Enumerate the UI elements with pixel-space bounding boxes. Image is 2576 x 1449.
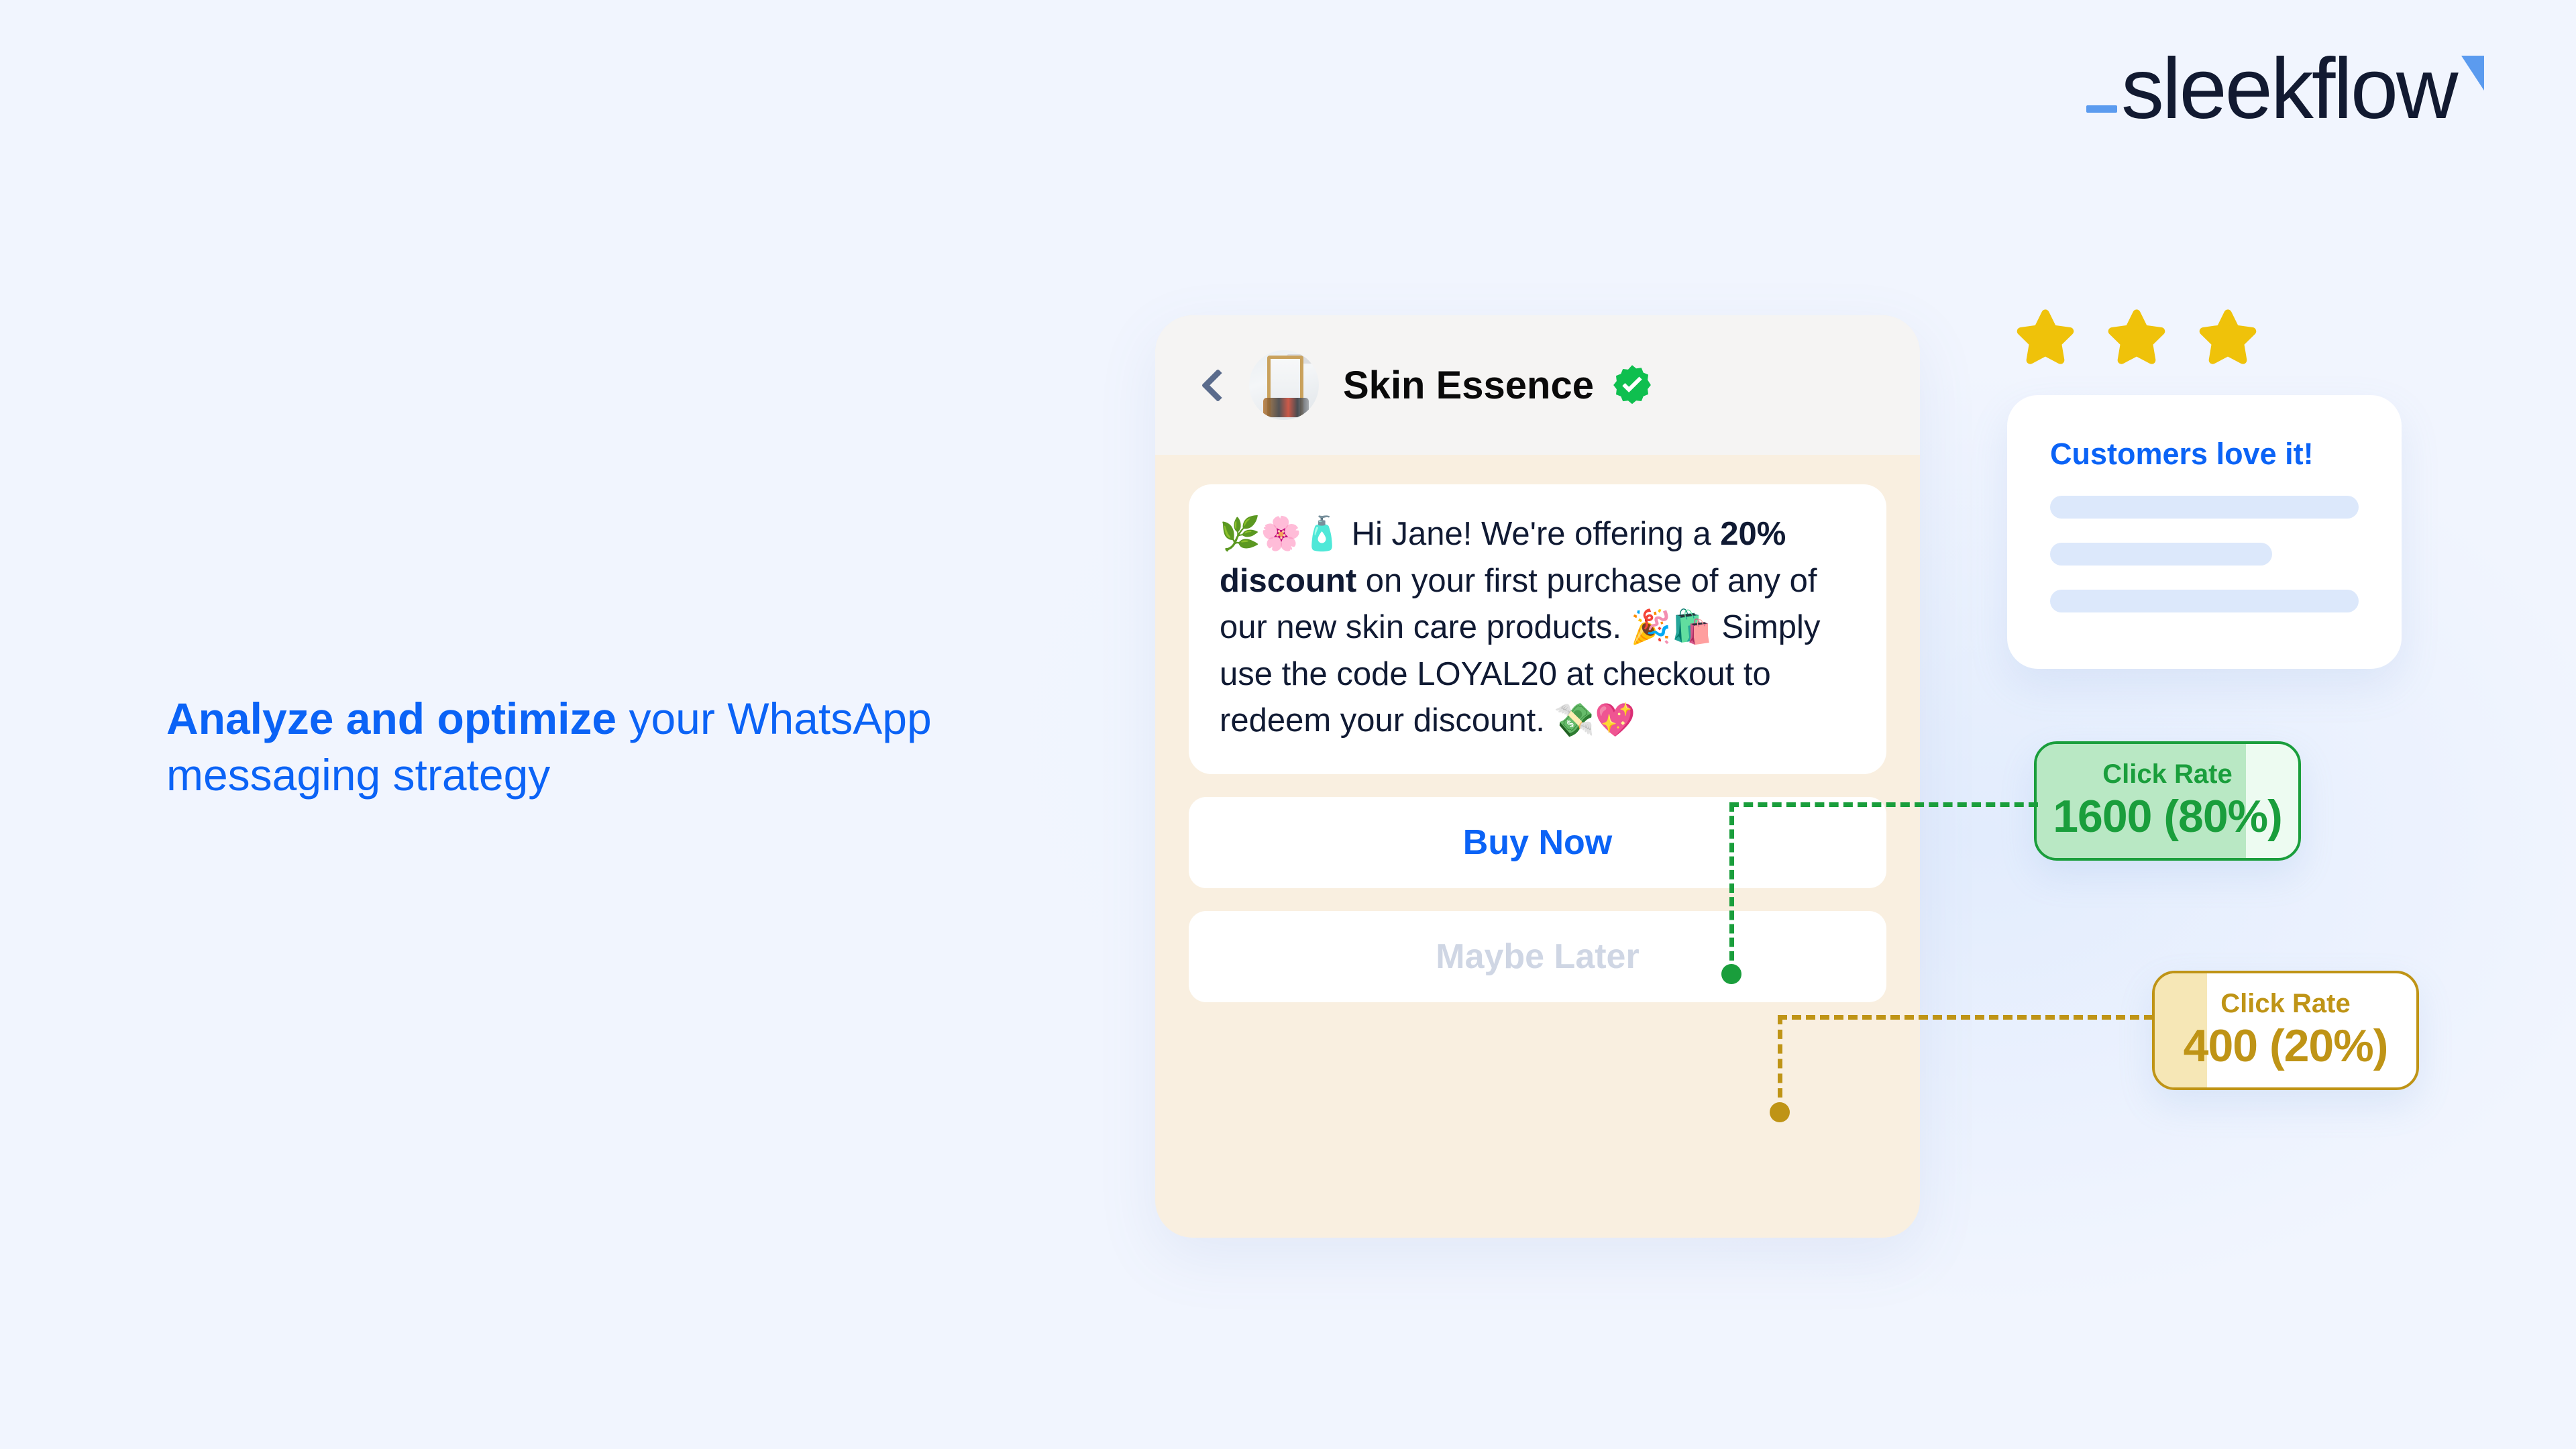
- placeholder-line: [2050, 590, 2359, 612]
- message-text-part1: Hi Jane! We're offering a: [1351, 516, 1721, 552]
- review-card-title: Customers love it!: [2050, 437, 2314, 471]
- message-lead-emojis: 🌿🌸🧴: [1220, 516, 1352, 552]
- logo-wordmark: sleekflow: [2121, 41, 2458, 137]
- chevron-left-icon[interactable]: [1197, 370, 1228, 400]
- headline-strong: Analyze and optimize: [166, 694, 617, 743]
- star-icon: [2199, 309, 2257, 364]
- page-title: Analyze and optimize your WhatsApp messa…: [166, 691, 1038, 804]
- placeholder-line: [2050, 496, 2359, 519]
- star-icon: [2108, 309, 2165, 364]
- connector-green-vertical: [1729, 802, 1734, 974]
- connector-gold-horizontal: [1778, 1015, 2153, 1020]
- buy-now-button[interactable]: Buy Now: [1189, 796, 1886, 888]
- click-rate-card-maybe-later: Click Rate 400 (20%): [2152, 971, 2419, 1090]
- star-icon: [2017, 309, 2074, 364]
- sleekflow-logo: sleekflow: [2086, 41, 2485, 137]
- chat-body: 🌿🌸🧴 Hi Jane! We're offering a 20% discou…: [1155, 455, 1920, 1002]
- click-rate-label: Click Rate: [2102, 759, 2233, 789]
- avatar: [1249, 350, 1319, 420]
- maybe-later-button[interactable]: Maybe Later: [1189, 910, 1886, 1002]
- connector-green-horizontal: [1729, 802, 2038, 807]
- customer-review-card: Customers love it!: [2007, 395, 2402, 669]
- chat-header: Skin Essence: [1155, 315, 1920, 455]
- connector-gold-vertical: [1778, 1015, 1782, 1112]
- click-rate-label: Click Rate: [2220, 988, 2351, 1018]
- verified-badge-icon: [1611, 364, 1653, 406]
- message-bubble: 🌿🌸🧴 Hi Jane! We're offering a 20% discou…: [1189, 484, 1886, 774]
- logo-triangle-icon: [2461, 56, 2485, 91]
- click-rate-value: 1600 (80%): [2053, 790, 2283, 842]
- chat-contact-name: Skin Essence: [1343, 363, 1594, 407]
- marketing-graphic: sleekflow Analyze and optimize your What…: [0, 0, 2576, 1449]
- click-rate-value: 400 (20%): [2183, 1020, 2389, 1071]
- placeholder-line: [2050, 543, 2273, 566]
- connector-green-dot: [1721, 964, 1741, 984]
- whatsapp-chat-mockup: Skin Essence 🌿🌸🧴 Hi Jane! We're offering…: [1155, 315, 1920, 1238]
- rating-stars: [2009, 303, 2264, 376]
- click-rate-card-buy-now: Click Rate 1600 (80%): [2034, 741, 2301, 861]
- avatar-merchandise: [1263, 397, 1309, 417]
- logo-underscore-icon: [2086, 105, 2117, 113]
- connector-gold-dot: [1770, 1102, 1790, 1122]
